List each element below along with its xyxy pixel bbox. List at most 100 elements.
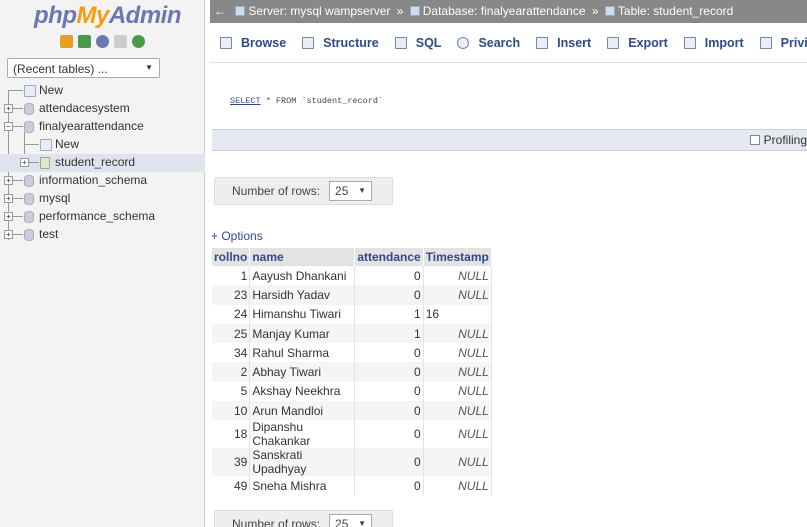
table-row[interactable]: 2 Abhay Tiwari 0 NULL	[212, 362, 492, 382]
tab-import[interactable]: Import	[683, 36, 744, 50]
tab-structure[interactable]: Structure	[302, 36, 379, 50]
options-link[interactable]: + Options	[211, 229, 263, 243]
table-row[interactable]: 18 Dipanshu Chakankar 0 NULL	[212, 420, 492, 449]
exit-icon[interactable]	[78, 35, 91, 48]
table-row[interactable]: 49 Sneha Mishra 0 NULL	[212, 476, 492, 496]
column-header-rollno[interactable]: rollno	[212, 248, 251, 266]
expand-icon[interactable]: +	[4, 104, 13, 113]
cell-rollno[interactable]: 10	[212, 401, 251, 421]
cell-name[interactable]: Rahul Sharma	[249, 343, 356, 363]
cell-timestamp[interactable]: NULL	[423, 343, 492, 363]
cell-attendance[interactable]: 0	[354, 266, 424, 286]
cell-attendance[interactable]: 0	[354, 343, 424, 363]
cell-timestamp[interactable]: NULL	[423, 266, 492, 286]
tab-sql[interactable]: SQL	[394, 36, 441, 50]
cell-attendance[interactable]: 1	[354, 323, 424, 344]
tab-search[interactable]: Search	[457, 36, 520, 50]
expand-icon[interactable]: +	[4, 194, 13, 203]
cell-attendance[interactable]: 0	[354, 448, 424, 477]
expand-icon[interactable]: +	[4, 230, 13, 239]
cell-attendance[interactable]: 0	[354, 476, 424, 496]
cell-name[interactable]: Manjay Kumar	[249, 323, 356, 344]
cell-timestamp[interactable]: NULL	[423, 420, 492, 449]
cell-rollno[interactable]: 2	[212, 362, 251, 382]
tab-insert[interactable]: Insert	[536, 36, 591, 50]
cell-timestamp[interactable]: NULL	[423, 401, 492, 421]
breadcrumb-server[interactable]: Server: mysql wampserver	[248, 4, 390, 18]
cell-timestamp[interactable]: NULL	[423, 381, 492, 402]
cell-rollno[interactable]: 25	[212, 323, 251, 344]
breadcrumb-database[interactable]: Database: finalyearattendance	[423, 4, 586, 18]
cell-rollno[interactable]: 5	[212, 381, 251, 402]
table-row[interactable]: 1 Aayush Dhankani 0 NULL	[212, 266, 492, 286]
expand-icon[interactable]: +	[20, 158, 29, 167]
recent-tables-select[interactable]: (Recent tables) ... ▼	[7, 58, 160, 78]
docs-icon[interactable]	[114, 35, 127, 48]
tab-privileges[interactable]: Privileges	[759, 36, 807, 50]
cell-timestamp[interactable]: NULL	[423, 362, 492, 382]
cell-name[interactable]: Dipanshu Chakankar	[249, 420, 356, 449]
cell-name[interactable]: Harsidh Yadav	[249, 285, 356, 305]
cell-rollno[interactable]: 23	[212, 285, 251, 305]
cell-rollno[interactable]: 24	[212, 304, 251, 324]
cell-name[interactable]: Himanshu Tiwari	[249, 304, 356, 324]
tree-item-table-new[interactable]: New	[0, 136, 205, 154]
cell-rollno[interactable]: 39	[212, 448, 251, 477]
tree-item-test[interactable]: + test	[0, 226, 205, 244]
column-header-attendance[interactable]: attendance	[354, 248, 424, 266]
cell-timestamp[interactable]: NULL	[423, 448, 492, 477]
sql-query-text[interactable]: SELECT * FROM `student_record`	[230, 96, 383, 106]
cell-attendance[interactable]: 0	[354, 285, 424, 305]
table-row[interactable]: 34 Rahul Sharma 0 NULL	[212, 343, 492, 363]
cell-attendance[interactable]: 0	[354, 362, 424, 382]
breadcrumb-table[interactable]: Table: student_record	[618, 4, 733, 18]
cell-timestamp[interactable]: NULL	[423, 285, 492, 305]
query-icon[interactable]	[96, 35, 109, 48]
expand-icon[interactable]: +	[4, 176, 13, 185]
cell-timestamp[interactable]: NULL	[423, 476, 492, 496]
reload-icon[interactable]	[132, 35, 145, 48]
table-row[interactable]: 25 Manjay Kumar 1 NULL	[212, 323, 492, 344]
table-row[interactable]: 23 Harsidh Yadav 0 NULL	[212, 285, 492, 305]
expand-icon[interactable]: +	[4, 212, 13, 221]
cell-timestamp[interactable]: NULL	[423, 323, 492, 344]
tree-item-information-schema[interactable]: + information_schema	[0, 172, 205, 190]
tree-item-mysql[interactable]: + mysql	[0, 190, 205, 208]
cell-rollno[interactable]: 49	[212, 476, 251, 496]
tree-item-performance-schema[interactable]: + performance_schema	[0, 208, 205, 226]
cell-rollno[interactable]: 1	[212, 266, 251, 286]
collapse-icon[interactable]: −	[4, 122, 13, 131]
cell-name[interactable]: Abhay Tiwari	[249, 362, 356, 382]
cell-rollno[interactable]: 18	[212, 420, 251, 449]
rows-select[interactable]: 25 ▼	[329, 181, 373, 201]
tree-item-new[interactable]: New	[0, 82, 205, 100]
column-header-timestamp[interactable]: Timestamp	[423, 248, 492, 266]
cell-name[interactable]: Aayush Dhankani	[249, 266, 356, 286]
cell-rollno[interactable]: 34	[212, 343, 251, 363]
cell-attendance[interactable]: 0	[354, 381, 424, 402]
cell-attendance[interactable]: 1	[354, 304, 424, 324]
table-row[interactable]: 39 Sanskrati Upadhyay 0 NULL	[212, 448, 492, 477]
checkbox-icon[interactable]	[749, 135, 760, 145]
phpmyadmin-logo[interactable]: phpMyAdmin	[34, 2, 182, 30]
back-arrow-icon[interactable]: ←	[214, 4, 226, 18]
column-header-name[interactable]: name	[249, 248, 356, 266]
table-row[interactable]: 24 Himanshu Tiwari 1 16	[212, 304, 492, 324]
home-icon[interactable]	[60, 35, 73, 48]
table-row[interactable]: 10 Arun Mandloi 0 NULL	[212, 401, 492, 421]
cell-name[interactable]: Sanskrati Upadhyay	[249, 448, 356, 477]
cell-timestamp[interactable]: 16	[423, 304, 492, 324]
table-row[interactable]: 5 Akshay Neekhra 0 NULL	[212, 381, 492, 402]
tree-item-student-record[interactable]: + student_record	[0, 154, 205, 172]
profiling-checkbox[interactable]: Profiling	[749, 133, 807, 147]
rows-select[interactable]: 25 ▼	[329, 514, 373, 527]
cell-name[interactable]: Sneha Mishra	[249, 476, 356, 496]
tab-export[interactable]: Export	[607, 36, 668, 50]
cell-name[interactable]: Akshay Neekhra	[249, 381, 356, 402]
tab-browse[interactable]: Browse	[220, 36, 286, 50]
cell-attendance[interactable]: 0	[354, 420, 424, 449]
tree-item-finalyearattendance[interactable]: − finalyearattendance	[0, 118, 205, 136]
cell-attendance[interactable]: 0	[354, 401, 424, 421]
cell-name[interactable]: Arun Mandloi	[249, 401, 356, 421]
tree-item-attendacesystem[interactable]: + attendacesystem	[0, 100, 205, 118]
